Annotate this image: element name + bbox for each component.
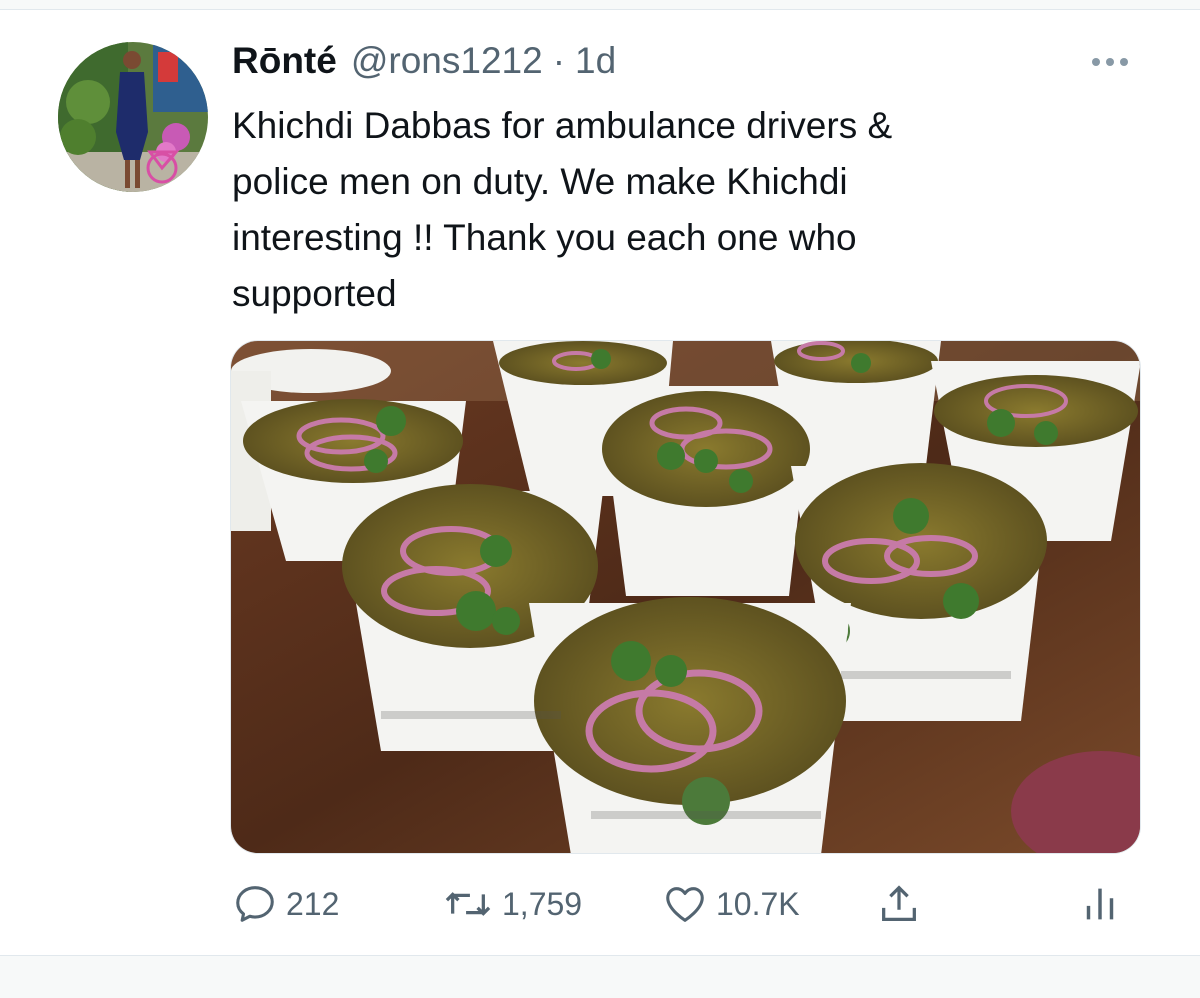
- heart-icon: [666, 887, 704, 922]
- food-bowls-photo: [231, 341, 1140, 853]
- analytics-icon: [1086, 888, 1114, 920]
- tweet-text-line: supported: [232, 273, 397, 314]
- share-button[interactable]: [876, 878, 922, 930]
- avatar[interactable]: [58, 42, 208, 192]
- retweet-icon: [445, 892, 491, 916]
- retweet-count: 1,759: [502, 885, 583, 922]
- user-handle[interactable]: @rons1212: [351, 40, 543, 82]
- reply-icon: [236, 886, 274, 922]
- like-button[interactable]: 10.7K: [662, 878, 800, 930]
- top-divider: [0, 0, 1200, 10]
- more-horizontal-icon: [1092, 58, 1100, 66]
- more-options-button[interactable]: [1092, 50, 1142, 74]
- tweet-text-line: interesting !! Thank you each one who: [232, 217, 857, 258]
- tweet-header: Rōnté @rons1212 · 1d: [232, 40, 616, 86]
- tweet-text-line: Khichdi Dabbas for ambulance drivers &: [232, 105, 893, 146]
- separator-dot: ·: [552, 40, 566, 81]
- tweet-action-bar: 212 1,759 10.7K: [232, 878, 1132, 930]
- tweet-timestamp[interactable]: 1d: [575, 40, 616, 82]
- share-icon: [882, 885, 916, 921]
- tweet-media-image[interactable]: [230, 340, 1141, 854]
- reply-count: 212: [286, 885, 340, 922]
- analytics-button[interactable]: [1080, 878, 1120, 930]
- tweet-text-line: police men on duty. We make Khichdi: [232, 161, 848, 202]
- like-count: 10.7K: [716, 885, 800, 922]
- avatar-image: [58, 42, 208, 192]
- bottom-divider: [0, 955, 1200, 998]
- retweet-button[interactable]: 1,759: [442, 878, 582, 930]
- tweet-text: Khichdi Dabbas for ambulance drivers & p…: [232, 98, 1132, 322]
- reply-button[interactable]: 212: [232, 878, 339, 930]
- display-name[interactable]: Rōnté: [232, 40, 337, 82]
